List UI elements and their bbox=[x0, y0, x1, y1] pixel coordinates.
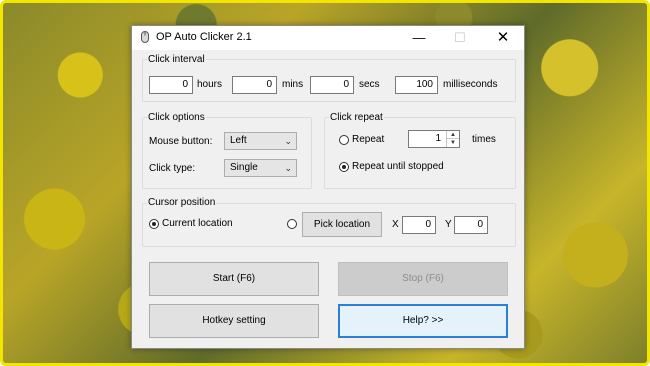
x-label: X bbox=[392, 219, 399, 230]
title-bar[interactable]: OP Auto Clicker 2.1 — ☐ ✕ bbox=[132, 26, 524, 50]
start-button[interactable]: Start (F6) bbox=[149, 262, 319, 296]
milliseconds-input[interactable]: 100 bbox=[395, 76, 438, 94]
mins-unit-label: mins bbox=[282, 79, 304, 90]
stepper-up-icon[interactable]: ▲ bbox=[447, 131, 459, 139]
chevron-down-icon: ⌄ bbox=[284, 136, 292, 146]
click-repeat-label: Click repeat bbox=[329, 112, 384, 123]
current-location-label[interactable]: Current location bbox=[162, 218, 233, 230]
stepper-buttons[interactable]: ▲ ▼ bbox=[446, 131, 459, 147]
minimize-button[interactable]: — bbox=[404, 28, 434, 48]
mouse-button-select[interactable]: Left ⌄ bbox=[224, 132, 297, 150]
repeat-until-stopped-radio[interactable] bbox=[339, 162, 349, 172]
repeat-until-stopped-label[interactable]: Repeat until stopped bbox=[352, 161, 444, 173]
times-label: times bbox=[472, 134, 496, 145]
repeat-count-value: 1 bbox=[435, 133, 441, 144]
window-title: OP Auto Clicker 2.1 bbox=[156, 31, 252, 43]
stop-button[interactable]: Stop (F6) bbox=[338, 262, 508, 296]
repeat-radio[interactable] bbox=[339, 135, 349, 145]
y-label: Y bbox=[445, 219, 452, 230]
hours-unit-label: hours bbox=[197, 79, 223, 90]
pick-location-button[interactable]: Pick location bbox=[302, 212, 382, 237]
mouse-button-label: Mouse button: bbox=[149, 136, 213, 147]
chevron-down-icon: ⌄ bbox=[284, 163, 292, 173]
current-location-radio[interactable] bbox=[149, 219, 159, 229]
cursor-position-label: Cursor position bbox=[147, 197, 217, 208]
hours-input[interactable]: 0 bbox=[149, 76, 193, 94]
repeat-label[interactable]: Repeat bbox=[352, 134, 384, 146]
click-type-label: Click type: bbox=[149, 163, 196, 174]
mins-input[interactable]: 0 bbox=[232, 76, 277, 94]
mouse-icon bbox=[141, 31, 149, 43]
help-button[interactable]: Help? >> bbox=[338, 304, 508, 338]
milliseconds-unit-label: milliseconds bbox=[443, 79, 498, 90]
pick-location-radio[interactable] bbox=[287, 219, 297, 229]
maximize-button[interactable]: ☐ bbox=[445, 28, 475, 48]
click-options-group bbox=[142, 117, 312, 189]
desktop-background: OP Auto Clicker 2.1 — ☐ ✕ Click interval… bbox=[0, 0, 650, 366]
repeat-count-stepper[interactable]: 1 ▲ ▼ bbox=[408, 130, 460, 148]
close-button[interactable]: ✕ bbox=[488, 28, 518, 48]
hotkey-setting-button[interactable]: Hotkey setting bbox=[149, 304, 319, 338]
y-input[interactable]: 0 bbox=[454, 216, 488, 234]
app-window: OP Auto Clicker 2.1 — ☐ ✕ Click interval… bbox=[131, 25, 525, 349]
mouse-button-value: Left bbox=[230, 135, 247, 146]
click-interval-label: Click interval bbox=[147, 54, 206, 65]
click-type-value: Single bbox=[230, 162, 258, 173]
x-input[interactable]: 0 bbox=[402, 216, 436, 234]
secs-unit-label: secs bbox=[359, 79, 380, 90]
click-options-label: Click options bbox=[147, 112, 206, 123]
secs-input[interactable]: 0 bbox=[310, 76, 354, 94]
click-repeat-group bbox=[324, 117, 516, 189]
click-type-select[interactable]: Single ⌄ bbox=[224, 159, 297, 177]
stepper-down-icon[interactable]: ▼ bbox=[447, 139, 459, 147]
